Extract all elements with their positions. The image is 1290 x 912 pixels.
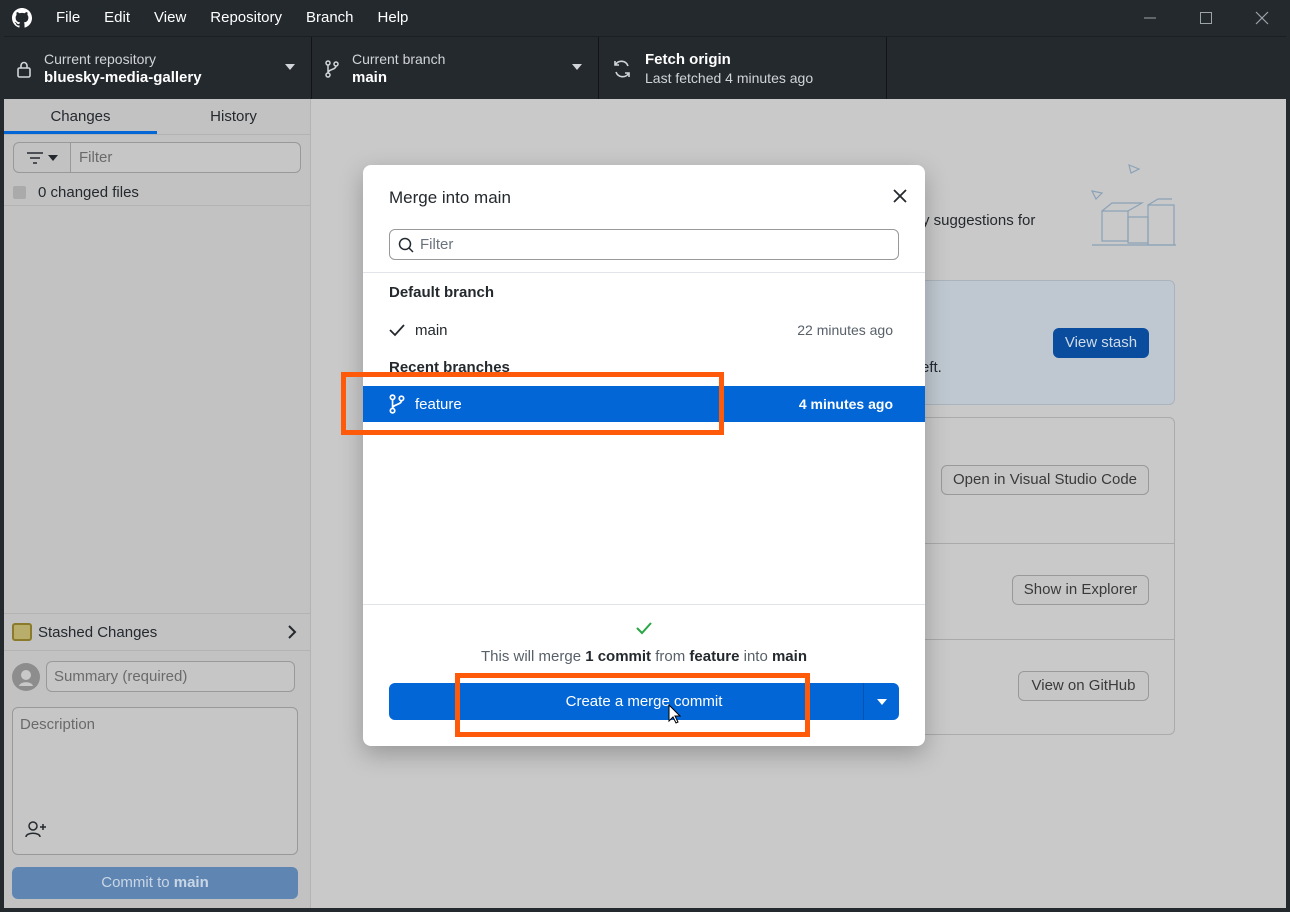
chevron-down-icon [876,698,887,705]
search-icon [398,237,414,253]
view-stash-button[interactable]: View stash [1053,328,1149,358]
changed-files-count: 0 changed files [38,184,139,201]
commit-summary-input[interactable]: Summary (required) [46,661,295,692]
select-all-checkbox[interactable] [13,186,26,199]
branch-filter-placeholder: Filter [420,236,454,253]
merge-source-branch: feature [689,648,740,665]
tab-changes[interactable]: Changes [4,99,157,134]
current-repository-button[interactable]: Current repository bluesky-media-gallery [4,37,312,100]
minimize-button[interactable] [1122,0,1178,36]
branch-icon [312,59,352,78]
commit-description-input[interactable]: Description [12,707,298,855]
branch-time: 4 minutes ago [798,396,893,412]
fetch-origin-label: Fetch origin [645,51,731,68]
current-branch-button[interactable]: Current branch main [312,37,599,100]
menu-branch[interactable]: Branch [294,0,366,36]
highlight-merge-button [455,673,810,737]
open-in-vscode-button[interactable]: Open in Visual Studio Code [941,465,1149,495]
menu-file[interactable]: File [44,0,92,36]
commit-button-branch: main [173,874,209,891]
merge-summary: This will merge 1 commit from feature in… [363,648,925,665]
merge-dialog: Merge into main Filter Default branch ma… [363,165,925,746]
current-repository-label: Current repository [44,51,157,67]
changes-filter-input[interactable]: Filter [71,142,301,173]
current-branch-label: Current branch [352,51,446,67]
summary-row: Summary (required) [12,661,295,692]
close-window-button[interactable] [1234,0,1290,36]
close-icon [1255,11,1269,25]
stashed-changes-button[interactable]: Stashed Changes [4,613,311,651]
maximize-icon [1200,12,1212,24]
toolbar: Current repository bluesky-media-gallery… [4,36,1286,100]
filter-options-button[interactable] [13,142,71,173]
changed-files-row: 0 changed files [4,180,310,206]
minimize-icon [1144,17,1156,19]
dialog-title: Merge into main [389,188,511,208]
divider [363,604,925,605]
dialog-title-prefix: Merge into [389,188,475,207]
branch-name: main [415,321,448,339]
sync-icon [599,59,645,79]
stashed-changes-label: Stashed Changes [38,623,158,641]
merge-commit-count: 1 commit [585,648,652,665]
window-controls [1122,0,1290,36]
current-branch-name: main [352,69,388,86]
close-icon [893,189,907,203]
description-placeholder: Description [20,716,96,733]
sidebar-tabs: Changes History [4,99,310,135]
show-in-explorer-button[interactable]: Show in Explorer [1012,575,1149,605]
filter-icon [27,151,43,164]
current-repository-name: bluesky-media-gallery [44,69,202,86]
github-logo-icon [0,0,44,36]
boxes-illustration [1084,159,1184,262]
chevron-down-icon [572,64,582,70]
menu-repository[interactable]: Repository [198,0,294,36]
tab-history[interactable]: History [157,99,310,134]
merge-text-3: into [739,648,772,665]
branch-filter-input[interactable]: Filter [389,229,899,260]
merge-options-dropdown[interactable] [863,683,899,720]
close-dialog-button[interactable] [891,187,909,205]
stash-icon [12,623,32,641]
fetch-origin-button[interactable]: Fetch origin Last fetched 4 minutes ago [599,37,887,100]
suggestions-text: y suggestions for [922,212,1036,229]
branch-item-main[interactable]: main 22 minutes ago [363,312,925,348]
chevron-down-icon [285,64,295,70]
commit-button-prefix: Commit to [101,874,174,891]
check-icon [636,621,652,638]
sidebar: Changes History Filter 0 changed files S… [4,99,311,908]
title-bar: File Edit View Repository Branch Help [0,0,1290,36]
view-on-github-button[interactable]: View on GitHub [1018,671,1149,701]
branch-time: 22 minutes ago [797,322,893,338]
maximize-button[interactable] [1178,0,1234,36]
highlight-feature-branch [341,372,724,435]
merge-text-2: from [651,648,690,665]
divider [363,272,925,273]
last-fetched-text: Last fetched 4 minutes ago [645,70,814,86]
dialog-title-branch: main [474,188,511,207]
default-branch-header: Default branch [389,284,495,301]
menu-help[interactable]: Help [366,0,421,36]
commit-button[interactable]: Commit to main [12,867,298,899]
merge-target-branch: main [771,648,807,665]
mouse-cursor-icon [668,703,682,727]
lock-icon [4,60,44,78]
changes-filter-row: Filter [4,135,310,180]
menu-edit[interactable]: Edit [92,0,142,36]
add-coauthor-icon[interactable] [25,820,47,842]
menu-view[interactable]: View [142,0,198,36]
chevron-right-icon [288,625,297,639]
merge-text-1: This will merge [481,648,586,665]
avatar [12,662,40,691]
chevron-down-icon [48,154,58,161]
check-icon [389,323,409,337]
